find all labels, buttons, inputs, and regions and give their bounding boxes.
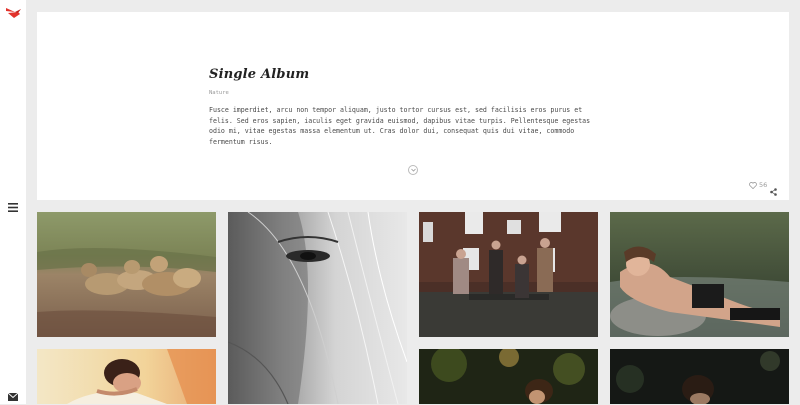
sidebar <box>0 0 26 404</box>
photo-woman-lying-on-rock-by-water[interactable] <box>610 212 789 337</box>
envelope-icon[interactable] <box>7 386 19 401</box>
photo-woman-lying-in-sunlight[interactable] <box>37 349 216 404</box>
photo-portrait-in-dark-setting[interactable] <box>610 349 789 404</box>
chevron-down-circle-icon[interactable] <box>408 165 418 175</box>
album-header: Single Album Nature Fusce imperdiet, arc… <box>37 12 789 200</box>
heart-outline-icon <box>749 181 757 189</box>
album-category[interactable]: Nature <box>209 90 229 96</box>
photo-woman-face-black-and-white[interactable] <box>228 212 407 404</box>
hamburger-menu-icon[interactable] <box>8 197 18 212</box>
like-count: 56 <box>759 181 768 189</box>
photo-woman-in-forest-light[interactable] <box>419 349 598 404</box>
photo-lions-on-dirt-road[interactable] <box>37 212 216 337</box>
share-icon[interactable] <box>770 181 777 196</box>
album-description: Fusce imperdiet, arcu non tempor aliquam… <box>209 106 591 146</box>
like-button[interactable]: 56 <box>749 181 767 189</box>
bird-logo-icon[interactable] <box>5 5 21 19</box>
photo-group-of-five-people-on-bench[interactable] <box>419 212 598 337</box>
album-title: Single Album <box>209 67 310 82</box>
